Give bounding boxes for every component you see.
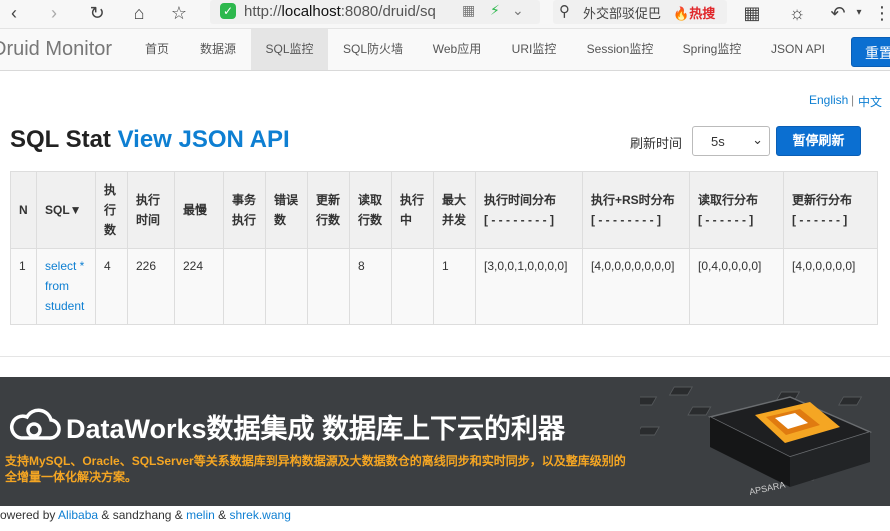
cell-n: 1: [10, 248, 37, 325]
cell-executing: [391, 248, 434, 325]
nav-json-api[interactable]: JSON API: [762, 29, 834, 70]
nav-datasource[interactable]: 数据源: [191, 29, 245, 70]
cell-update-rows: [307, 248, 350, 325]
col-update-hist[interactable]: 更新行分布[ - - - - - - ]: [783, 171, 878, 249]
back-icon[interactable]: ‹: [2, 0, 26, 28]
url-text: http://localhost:8080/druid/sq: [244, 3, 436, 20]
reset-button[interactable]: 重置: [851, 37, 890, 67]
hot-search-badge: 🔥热搜: [673, 6, 716, 21]
col-read-hist[interactable]: 读取行分布[ - - - - - - ]: [689, 171, 784, 249]
lang-english[interactable]: English: [809, 93, 848, 107]
cell-slowest: 224: [174, 248, 224, 325]
lang-separator: |: [851, 93, 855, 107]
cell-exec-count: 4: [95, 248, 128, 325]
col-max-concurrent[interactable]: 最大 并发: [433, 171, 476, 249]
address-bar[interactable]: ✓ http://localhost:8080/druid/sq ▦ ⚡ ⌄: [210, 0, 540, 24]
col-tx-exec[interactable]: 事务 执行: [223, 171, 266, 249]
druid-navbar: Druid Monitor 首页 数据源 SQL监控 SQL防火墙 Web应用 …: [0, 29, 890, 71]
sql-stat-table: N SQL▼ 执行数 执行 时间 最慢 事务 执行 错误数 更新 行数 读取 行数 执行…: [10, 171, 878, 325]
cell-max-concurrent: 1: [433, 248, 476, 325]
refresh-interval-label: 刷新时间: [630, 136, 683, 151]
nav-home[interactable]: 首页: [136, 29, 178, 70]
nav-uri-monitor[interactable]: URI监控: [503, 29, 565, 70]
lang-chinese[interactable]: 中文: [858, 93, 882, 110]
nav-sql-monitor[interactable]: SQL监控: [251, 29, 328, 70]
divider: [0, 356, 890, 357]
apsara-chip-illustration: APSARA: [640, 377, 890, 506]
page-title: SQL Stat View JSON API: [10, 126, 290, 154]
cell-exec-time: 226: [127, 248, 175, 325]
col-exec-count[interactable]: 执行数: [95, 171, 128, 249]
page-title-text: SQL Stat: [10, 126, 118, 153]
dataworks-banner[interactable]: DataWorks数据集成 数据库上下云的利器 支持MySQL、Oracle、S…: [0, 377, 890, 506]
browser-search-box[interactable]: ⚲ 外交部驳促巴 🔥热搜: [553, 0, 727, 24]
chevron-down-icon[interactable]: ⌄: [512, 2, 524, 19]
refresh-interval-select[interactable]: 5s ⌄: [692, 126, 770, 156]
cell-read-hist: [0,4,0,0,0,0]: [689, 248, 784, 325]
shrek-link[interactable]: shrek.wang: [230, 508, 291, 522]
cell-update-hist: [4,0,0,0,0,0]: [783, 248, 878, 325]
banner-description: 支持MySQL、Oracle、SQLServer等关系数据库到异构数据源及大数据…: [5, 454, 626, 484]
col-n[interactable]: N: [10, 171, 37, 249]
cell-errors: [265, 248, 308, 325]
brand-logo[interactable]: Druid Monitor: [0, 38, 112, 61]
col-slowest[interactable]: 最慢: [174, 171, 224, 249]
table-row: 1 select * from student 4 226 224 8 1 [3,0…: [10, 248, 878, 325]
bookmark-star-icon[interactable]: ☆: [167, 0, 191, 28]
view-json-api-link[interactable]: View JSON API: [118, 126, 290, 153]
forward-icon[interactable]: ›: [42, 0, 66, 28]
sql-detail-link[interactable]: select * from student: [45, 256, 87, 316]
col-update-rows[interactable]: 更新 行数: [307, 171, 350, 249]
grid-apps-icon[interactable]: ▦: [740, 0, 764, 28]
brightness-icon[interactable]: ☼: [785, 0, 809, 28]
more-menu-icon[interactable]: ⋮: [870, 0, 890, 28]
refresh-interval-value: 5s: [711, 134, 725, 149]
footer-credits: owered by Alibaba & sandzhang & melin & …: [0, 508, 291, 522]
cell-read-rows: 8: [349, 248, 392, 325]
secure-shield-icon: ✓: [220, 3, 236, 19]
cell-exec-rs-hist: [4,0,0,0,0,0,0,0]: [582, 248, 690, 325]
nav-web-app[interactable]: Web应用: [424, 29, 490, 70]
alibaba-link[interactable]: Alibaba: [58, 508, 98, 522]
col-exec-rs-hist[interactable]: 执行+RS时分布[ - - - - - - - - ]: [582, 171, 690, 249]
pause-refresh-button[interactable]: 暂停刷新: [776, 126, 861, 156]
csdn-watermark: https://blog.csdn.net/qq_40772692: [637, 503, 852, 519]
browser-toolbar: ‹ › ↻ ⌂ ☆ ✓ http://localhost:8080/druid/…: [0, 0, 890, 29]
col-executing[interactable]: 执行中: [391, 171, 434, 249]
melin-link[interactable]: melin: [186, 508, 215, 522]
col-sql[interactable]: SQL▼: [36, 171, 96, 249]
reload-icon[interactable]: ↻: [85, 0, 109, 28]
qr-code-icon[interactable]: ▦: [462, 2, 475, 19]
col-errors[interactable]: 错误数: [265, 171, 308, 249]
lightning-icon[interactable]: ⚡: [490, 2, 500, 19]
nav-spring-monitor[interactable]: Spring监控: [675, 29, 749, 70]
cell-exec-hist: [3,0,0,1,0,0,0,0]: [475, 248, 583, 325]
undo-dropdown-icon[interactable]: ▾: [847, 0, 871, 28]
col-exec-time[interactable]: 执行 时间: [127, 171, 175, 249]
col-exec-hist[interactable]: 执行时间分布[ - - - - - - - - ]: [475, 171, 583, 249]
nav-sql-firewall[interactable]: SQL防火墙: [335, 29, 411, 70]
cell-tx-exec: [223, 248, 266, 325]
col-read-rows[interactable]: 读取 行数: [349, 171, 392, 249]
chevron-down-icon: ⌄: [752, 132, 763, 147]
search-suggestion: 外交部驳促巴: [583, 6, 662, 21]
banner-title: DataWorks数据集成 数据库上下云的利器: [66, 414, 566, 444]
search-icon: ⚲: [559, 3, 570, 20]
table-header-row: N SQL▼ 执行数 执行 时间 最慢 事务 执行 错误数 更新 行数 读取 行数 执行…: [10, 171, 878, 249]
cell-sql: select * from student: [36, 248, 96, 325]
home-icon[interactable]: ⌂: [127, 0, 151, 28]
nav-session-monitor[interactable]: Session监控: [578, 29, 662, 70]
cloud-logo-icon: [9, 408, 61, 440]
